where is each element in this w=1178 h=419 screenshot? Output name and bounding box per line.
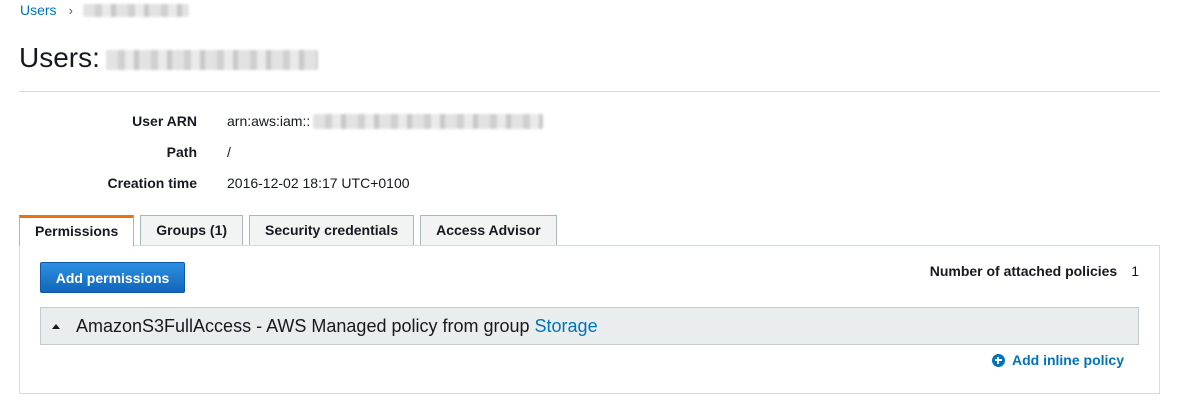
summary-value-creation-time: 2016-12-02 18:17 UTC+0100 — [227, 175, 410, 191]
page-title: Users: — [19, 42, 318, 74]
summary-row-arn: User ARN arn:aws:iam:: — [0, 111, 1178, 131]
attached-policies-label: Number of attached policies — [929, 263, 1118, 279]
breadcrumb-redacted-username — [82, 3, 189, 17]
plus-circle-icon — [991, 353, 1005, 367]
add-permissions-button[interactable]: Add permissions — [40, 262, 185, 293]
arn-prefix: arn:aws:iam:: — [227, 113, 311, 129]
summary-value-arn: arn:aws:iam:: — [227, 111, 544, 131]
breadcrumb-users-link[interactable]: Users — [20, 2, 57, 18]
attached-policies-number: 1 — [1131, 263, 1139, 279]
breadcrumb: Users › — [20, 2, 189, 18]
breadcrumb-separator-icon: › — [68, 2, 73, 18]
group-storage-link[interactable]: Storage — [535, 316, 598, 337]
summary-label-creation-time: Creation time — [107, 175, 197, 191]
tab-permissions[interactable]: Permissions — [19, 215, 135, 247]
attached-policies-count: Number of attached policies 1 — [930, 263, 1139, 279]
summary-value-path: / — [227, 144, 231, 160]
arn-redacted — [313, 113, 544, 129]
add-inline-policy-label: Add inline policy — [1011, 352, 1124, 368]
tab-groups[interactable]: Groups (1) — [140, 215, 244, 246]
header-divider — [19, 91, 1160, 92]
summary-row-path: Path / — [0, 142, 1178, 162]
summary-label-arn: User ARN — [132, 113, 197, 129]
page-title-text: Users: — [19, 42, 100, 73]
summary-row-creation-time: Creation time 2016-12-02 18:17 UTC+0100 — [0, 173, 1178, 193]
policy-group-row[interactable]: AmazonS3FullAccess - AWS Managed policy … — [40, 307, 1139, 345]
summary-label-path: Path — [166, 144, 197, 160]
policy-group-text: AmazonS3FullAccess - AWS Managed policy … — [76, 315, 530, 336]
caret-up-icon[interactable] — [52, 323, 60, 329]
tab-bar: Permissions Groups (1) Security credenti… — [19, 214, 563, 247]
tab-security-credentials[interactable]: Security credentials — [249, 215, 415, 246]
page-title-redacted-username — [105, 50, 318, 70]
permissions-panel: Add permissions Number of attached polic… — [19, 245, 1160, 394]
add-inline-policy-link[interactable]: Add inline policy — [991, 352, 1124, 368]
tab-access-advisor[interactable]: Access Advisor — [420, 215, 557, 246]
